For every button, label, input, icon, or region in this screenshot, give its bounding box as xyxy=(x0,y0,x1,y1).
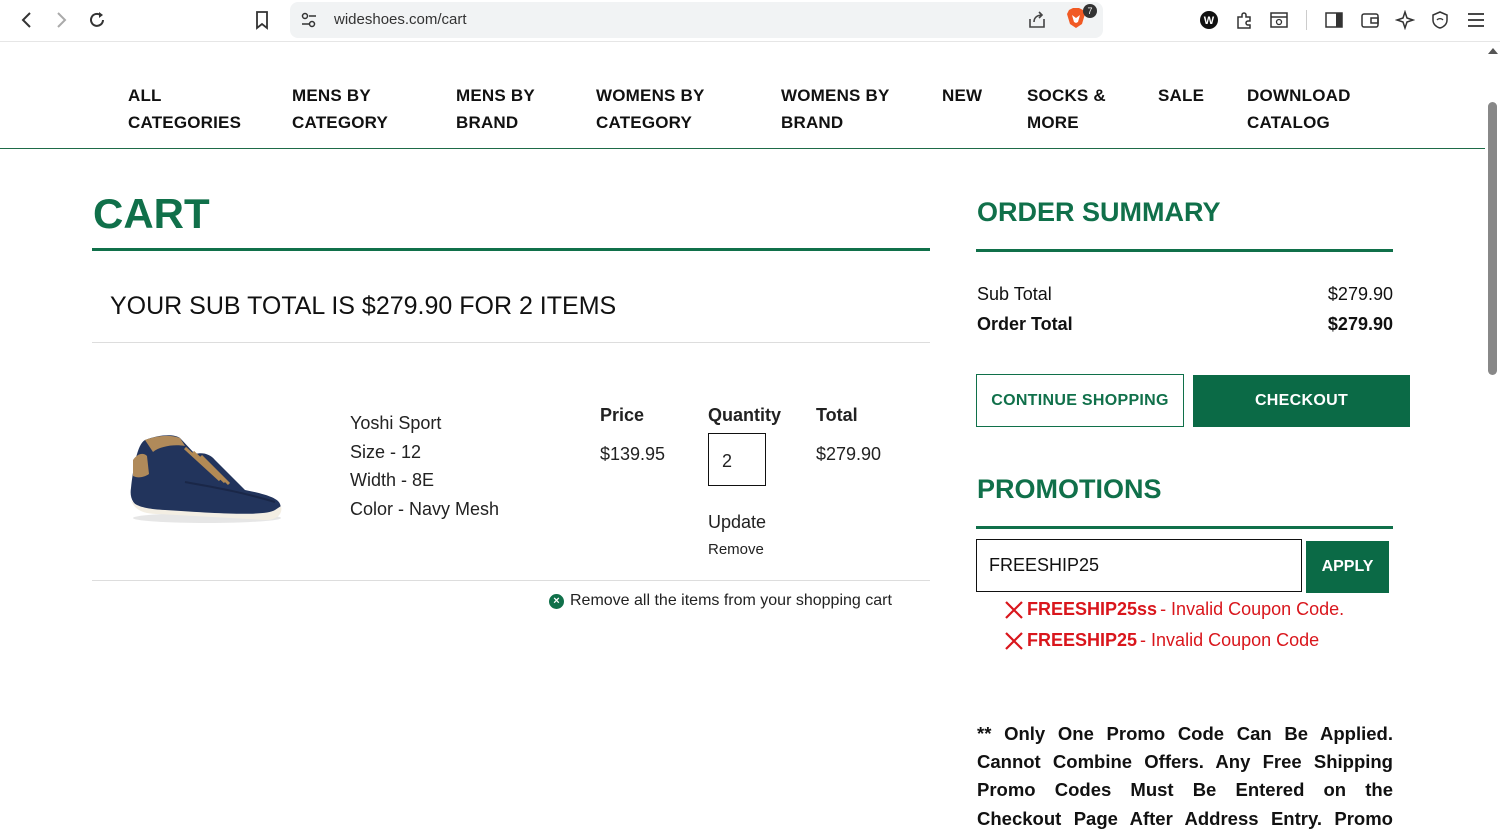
address-bar[interactable]: wideshoes.com/cart 7 xyxy=(290,2,1103,38)
extension-w-icon[interactable]: W xyxy=(1197,8,1221,32)
apply-promo-button[interactable]: APPLY xyxy=(1306,541,1389,593)
product-width: Width - 8E xyxy=(350,470,435,490)
nav-womens-by-brand[interactable]: WOMENS BY BRAND xyxy=(781,82,890,136)
nav-download-catalog[interactable]: DOWNLOAD CATALOG xyxy=(1247,82,1351,136)
back-icon[interactable] xyxy=(15,8,39,32)
remove-all-items-link[interactable]: × Remove all the items from your shoppin… xyxy=(549,592,892,610)
subtotal-value: $279.90 xyxy=(1327,284,1393,304)
leo-ai-icon[interactable] xyxy=(1393,8,1417,32)
site-settings-icon[interactable] xyxy=(300,11,318,29)
divider xyxy=(92,580,930,581)
page-scrollbar[interactable] xyxy=(1485,42,1500,837)
promo-error-code: FREESHIP25 xyxy=(1027,630,1138,650)
order-total-row: Order Total $279.90 xyxy=(977,314,1393,335)
promo-code-input[interactable] xyxy=(976,539,1302,592)
product-name[interactable]: Yoshi Sport xyxy=(350,409,499,438)
continue-shopping-button[interactable]: CONTINUE SHOPPING xyxy=(976,374,1184,427)
price-header: Price xyxy=(600,405,645,425)
vpn-shield-icon[interactable] xyxy=(1428,8,1452,32)
bookmark-icon[interactable] xyxy=(250,8,274,32)
error-x-icon xyxy=(1005,600,1023,619)
share-icon[interactable] xyxy=(1026,9,1048,31)
svg-text:W: W xyxy=(1204,15,1215,27)
nav-new[interactable]: NEW xyxy=(942,82,982,109)
reader-mode-icon[interactable] xyxy=(1267,8,1291,32)
subtotal-row: Sub Total $279.90 xyxy=(977,284,1393,305)
promotions-divider xyxy=(976,526,1393,529)
nav-womens-by-category[interactable]: WOMENS BY CATEGORY xyxy=(596,82,705,136)
promo-policy-note: ** Only One Promo Code Can Be Applied. C… xyxy=(977,723,1393,837)
divider xyxy=(92,342,930,343)
promo-error-message: FREESHIP25 - Invalid Coupon Code xyxy=(1004,630,1319,651)
total-header: Total xyxy=(816,405,858,425)
url-text[interactable]: wideshoes.com/cart xyxy=(334,11,467,28)
nav-socks-and-more[interactable]: SOCKS & MORE xyxy=(1027,82,1106,136)
cart-title: CART xyxy=(93,190,210,237)
order-total-value: $279.90 xyxy=(1327,314,1393,334)
menu-icon[interactable] xyxy=(1464,8,1488,32)
subtotal-label: Sub Total xyxy=(977,284,1052,304)
update-quantity-link[interactable]: Update xyxy=(708,512,766,533)
summary-divider xyxy=(976,249,1393,252)
product-color: Color - Navy Mesh xyxy=(350,498,500,519)
promo-error-text: - Invalid Coupon Code. xyxy=(1160,599,1345,619)
quantity-header: Quantity xyxy=(708,405,782,425)
product-image[interactable] xyxy=(125,430,285,525)
extensions-puzzle-icon[interactable] xyxy=(1232,8,1256,32)
wallet-icon[interactable] xyxy=(1358,8,1382,32)
reload-icon[interactable] xyxy=(85,8,109,32)
toolbar-divider xyxy=(1306,10,1307,30)
item-total: $279.90 xyxy=(816,444,882,464)
promo-error-text: - Invalid Coupon Code xyxy=(1140,630,1320,650)
remove-item-link[interactable]: Remove xyxy=(708,541,764,558)
order-total-label: Order Total xyxy=(977,314,1073,334)
brave-shields-icon[interactable]: 7 xyxy=(1065,4,1097,32)
promotions-title: PROMOTIONS xyxy=(977,474,1162,504)
sidebar-icon[interactable] xyxy=(1322,8,1346,32)
shields-count-badge: 7 xyxy=(1083,4,1097,18)
scrollbar-thumb[interactable] xyxy=(1488,102,1497,375)
error-x-icon xyxy=(1005,631,1023,650)
nav-sale[interactable]: SALE xyxy=(1158,82,1204,109)
nav-mens-by-category[interactable]: MENS BY CATEGORY xyxy=(292,82,388,136)
product-details: Yoshi Sport Size - 12 Width - 8E Color -… xyxy=(350,409,499,523)
cart-title-divider xyxy=(92,248,930,251)
product-size: Size - 12 xyxy=(350,441,422,462)
scroll-up-icon[interactable] xyxy=(1488,48,1498,54)
main-navigation: ALL CATEGORIES MENS BY CATEGORY MENS BY … xyxy=(0,42,1485,149)
checkout-button[interactable]: CHECKOUT xyxy=(1193,375,1410,427)
promo-error-code: FREESHIP25ss xyxy=(1027,599,1158,619)
nav-all-categories[interactable]: ALL CATEGORIES xyxy=(128,82,241,136)
nav-mens-by-brand[interactable]: MENS BY BRAND xyxy=(456,82,535,136)
browser-toolbar: wideshoes.com/cart 7 W xyxy=(0,0,1500,42)
cart-subtotal-summary: YOUR SUB TOTAL IS $279.90 FOR 2 ITEMS xyxy=(110,292,617,320)
quantity-input[interactable]: 2 xyxy=(708,433,766,486)
order-summary-title: ORDER SUMMARY xyxy=(977,197,1221,227)
forward-icon[interactable] xyxy=(49,8,73,32)
item-price: $139.95 xyxy=(600,444,666,464)
promo-error-message: FREESHIP25ss - Invalid Coupon Code. xyxy=(1004,599,1344,620)
remove-circle-icon: × xyxy=(549,593,564,609)
remove-all-label[interactable]: Remove all the items from your shopping … xyxy=(570,592,892,610)
